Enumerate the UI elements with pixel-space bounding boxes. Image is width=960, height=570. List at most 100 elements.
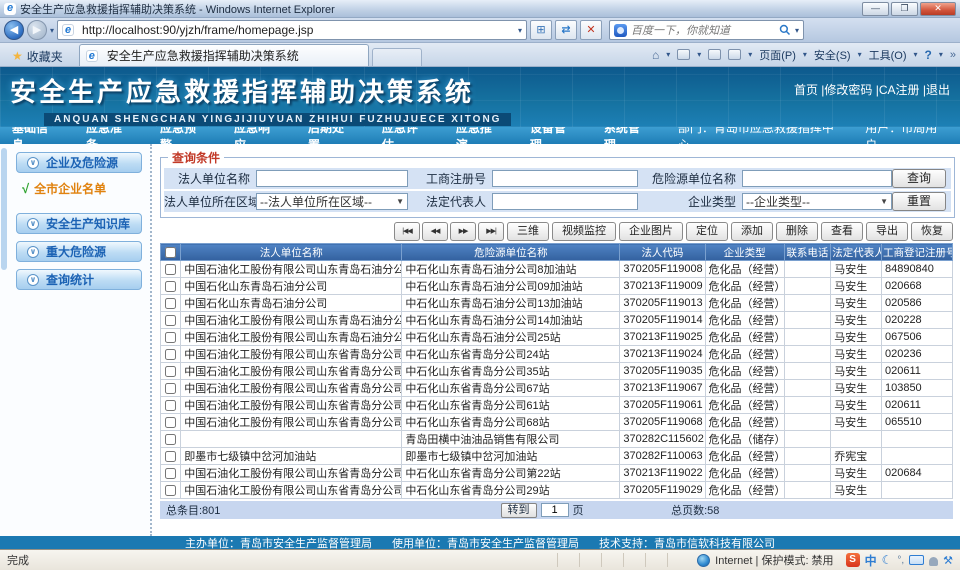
table-row[interactable]: 中国石化山东青岛石油分公司 中石化山东青岛石油分公司13加油站 370205F1… — [161, 295, 953, 312]
toolbar-button[interactable]: 恢复 — [911, 222, 953, 241]
sidebar-group-major-hazard[interactable]: ∨ 重大危险源 — [16, 241, 142, 262]
address-dropdown-icon[interactable]: ▾ — [518, 26, 522, 35]
address-bar[interactable]: e http://localhost:90/yjzh/frame/homepag… — [57, 20, 527, 40]
search-placeholder[interactable]: 百度一下，你就知道 — [631, 22, 775, 38]
feeds-icon[interactable] — [677, 49, 690, 60]
row-checkbox[interactable] — [165, 468, 176, 479]
table-row[interactable]: 中国石油化工股份有限公司山东省青岛分公司 中石化山东省青岛分公司第22站 370… — [161, 465, 953, 482]
favorites-button[interactable]: ★ 收藏夹 — [4, 46, 71, 66]
hazard-name-input[interactable] — [742, 170, 892, 187]
enterprise-type-select[interactable]: --企业类型-- ▼ — [742, 193, 892, 210]
table-row[interactable]: 中国石油化工股份有限公司山东青岛石油分公司 中石化山东青岛石油分公司8加油站 3… — [161, 261, 953, 278]
moon-icon[interactable]: ☾ — [882, 553, 893, 567]
table-row[interactable]: 中国石油化工股份有限公司山东省青岛分公司 中石化山东省青岛分公司68站 3702… — [161, 414, 953, 431]
toolbar-button[interactable]: 添加 — [731, 222, 773, 241]
compatibility-view-button[interactable]: ⊞ — [530, 20, 552, 40]
row-checkbox[interactable] — [165, 332, 176, 343]
row-checkbox[interactable] — [165, 366, 176, 377]
row-checkbox[interactable] — [165, 281, 176, 292]
pager-button[interactable]: |◀◀ — [394, 222, 420, 241]
select-all-header[interactable] — [161, 244, 181, 261]
toolbar-button[interactable]: 定位 — [686, 222, 728, 241]
tools-menu[interactable]: 工具(O) — [869, 47, 907, 63]
sidebar-group-enterprise[interactable]: ∨ 企业及危险源 — [16, 152, 142, 173]
safety-menu[interactable]: 安全(S) — [814, 47, 851, 63]
row-checkbox[interactable] — [165, 349, 176, 360]
feeds-dropdown-icon[interactable]: ▾ — [697, 50, 701, 59]
minimize-button[interactable]: — — [862, 2, 889, 16]
chinese-mode-icon[interactable]: 中 — [865, 552, 877, 569]
mail-icon[interactable] — [708, 49, 721, 60]
row-checkbox[interactable] — [165, 434, 176, 445]
table-row[interactable]: 中国石油化工股份有限公司山东青岛石油分公司 中石化山东青岛石油分公司14加油站 … — [161, 312, 953, 329]
back-button[interactable]: ◀ — [4, 20, 24, 40]
person-icon[interactable] — [929, 557, 938, 566]
row-checkbox[interactable] — [165, 400, 176, 411]
stop-button[interactable]: ✕ — [580, 20, 602, 40]
row-checkbox[interactable] — [165, 417, 176, 428]
history-dropdown-icon[interactable]: ▾ — [50, 26, 54, 35]
toolbar-button[interactable]: 视频监控 — [552, 222, 616, 241]
search-magnifier-icon[interactable] — [779, 24, 791, 36]
search-button[interactable]: 查询 — [892, 169, 946, 188]
table-row[interactable]: 中国石油化工股份有限公司山东省青岛分公司 中石化山东省青岛分公司29站 3702… — [161, 482, 953, 499]
company-name-input[interactable] — [256, 170, 408, 187]
close-button[interactable]: ✕ — [920, 2, 956, 16]
forward-button[interactable]: ▶ — [27, 20, 47, 40]
area-select[interactable]: --法人单位所在区域-- ▼ — [256, 193, 408, 210]
toolbar-button[interactable]: 导出 — [866, 222, 908, 241]
page-menu[interactable]: 页面(P) — [759, 47, 796, 63]
wrench-icon[interactable]: ⚒ — [943, 554, 953, 567]
select-all-checkbox[interactable] — [165, 247, 176, 258]
new-tab-button[interactable] — [372, 48, 422, 66]
keyboard-icon[interactable] — [909, 555, 924, 565]
regno-input[interactable] — [492, 170, 638, 187]
url-text[interactable]: http://localhost:90/yjzh/frame/homepage.… — [82, 23, 514, 37]
table-row[interactable]: 青岛田横中油油品销售有限公司 370282C115602 危化品（储存） — [161, 431, 953, 448]
maximize-button[interactable]: ❐ — [891, 2, 918, 16]
sidebar-group-statistics[interactable]: ∨ 查询统计 — [16, 269, 142, 290]
toolbar-button[interactable]: 删除 — [776, 222, 818, 241]
page-number-input[interactable] — [541, 503, 569, 517]
panel-handle[interactable] — [1, 148, 7, 270]
home-dropdown-icon[interactable]: ▾ — [666, 50, 670, 59]
table-row[interactable]: 中国石化山东青岛石油分公司 中石化山东青岛石油分公司09加油站 370213F1… — [161, 278, 953, 295]
toolbar-button[interactable]: 查看 — [821, 222, 863, 241]
table-row[interactable]: 中国石油化工股份有限公司山东省青岛分公司 中石化山东省青岛分公司67站 3702… — [161, 380, 953, 397]
pager-button[interactable]: ▶▶ — [450, 222, 476, 241]
home-icon[interactable]: ⌂ — [652, 48, 659, 62]
pager-button[interactable]: ▶▶| — [478, 222, 504, 241]
row-checkbox[interactable] — [165, 383, 176, 394]
row-checkbox[interactable] — [165, 264, 176, 275]
table-row[interactable]: 中国石油化工股份有限公司山东省青岛分公司 中石化山东省青岛分公司61站 3702… — [161, 397, 953, 414]
pager-button[interactable]: ◀◀ — [422, 222, 448, 241]
row-checkbox[interactable] — [165, 298, 176, 309]
table-row[interactable]: 中国石油化工股份有限公司山东青岛石油分公司 中石化山东青岛石油分公司25站 37… — [161, 329, 953, 346]
print-icon[interactable] — [728, 49, 741, 60]
cell-phone — [784, 261, 831, 278]
overflow-chevron-icon[interactable]: » — [950, 49, 956, 61]
search-dropdown-icon[interactable]: ▾ — [795, 26, 799, 35]
goto-page-button[interactable]: 转到 — [501, 503, 537, 518]
sidebar-group-knowledge[interactable]: ∨ 安全生产知识库 — [16, 213, 142, 234]
browser-tab[interactable]: e 安全生产应急救援指挥辅助决策系统 — [79, 44, 369, 66]
table-row[interactable]: 即墨市七级镇中岔河加油站 即墨市七级镇中岔河加油站 370282F110063 … — [161, 448, 953, 465]
help-icon[interactable]: ? — [925, 48, 932, 62]
refresh-button[interactable]: ⇄ — [555, 20, 577, 40]
header-links[interactable]: 首页 |修改密码 |CA注册 |退出 — [794, 81, 950, 98]
sidebar-item-company-list[interactable]: √ 全市企业名单 — [22, 180, 150, 197]
row-checkbox[interactable] — [165, 451, 176, 462]
row-checkbox[interactable] — [165, 315, 176, 326]
search-box[interactable]: 百度一下，你就知道 ▾ — [609, 20, 804, 40]
table-row[interactable]: 中国石油化工股份有限公司山东省青岛分公司 中石化山东省青岛分公司24站 3702… — [161, 346, 953, 363]
reset-button[interactable]: 重置 — [892, 192, 946, 211]
toolbar-button[interactable]: 三维 — [507, 222, 549, 241]
legal-rep-input[interactable] — [492, 193, 638, 210]
sogou-logo-icon[interactable]: S — [846, 553, 860, 567]
punctuation-icon[interactable]: °, — [897, 555, 904, 566]
print-dropdown-icon[interactable]: ▾ — [748, 50, 752, 59]
row-checkbox[interactable] — [165, 485, 176, 496]
cell-company-name: 中国石化山东青岛石油分公司 — [181, 295, 402, 312]
toolbar-button[interactable]: 企业图片 — [619, 222, 683, 241]
table-row[interactable]: 中国石油化工股份有限公司山东省青岛分公司 中石化山东省青岛分公司35站 3702… — [161, 363, 953, 380]
